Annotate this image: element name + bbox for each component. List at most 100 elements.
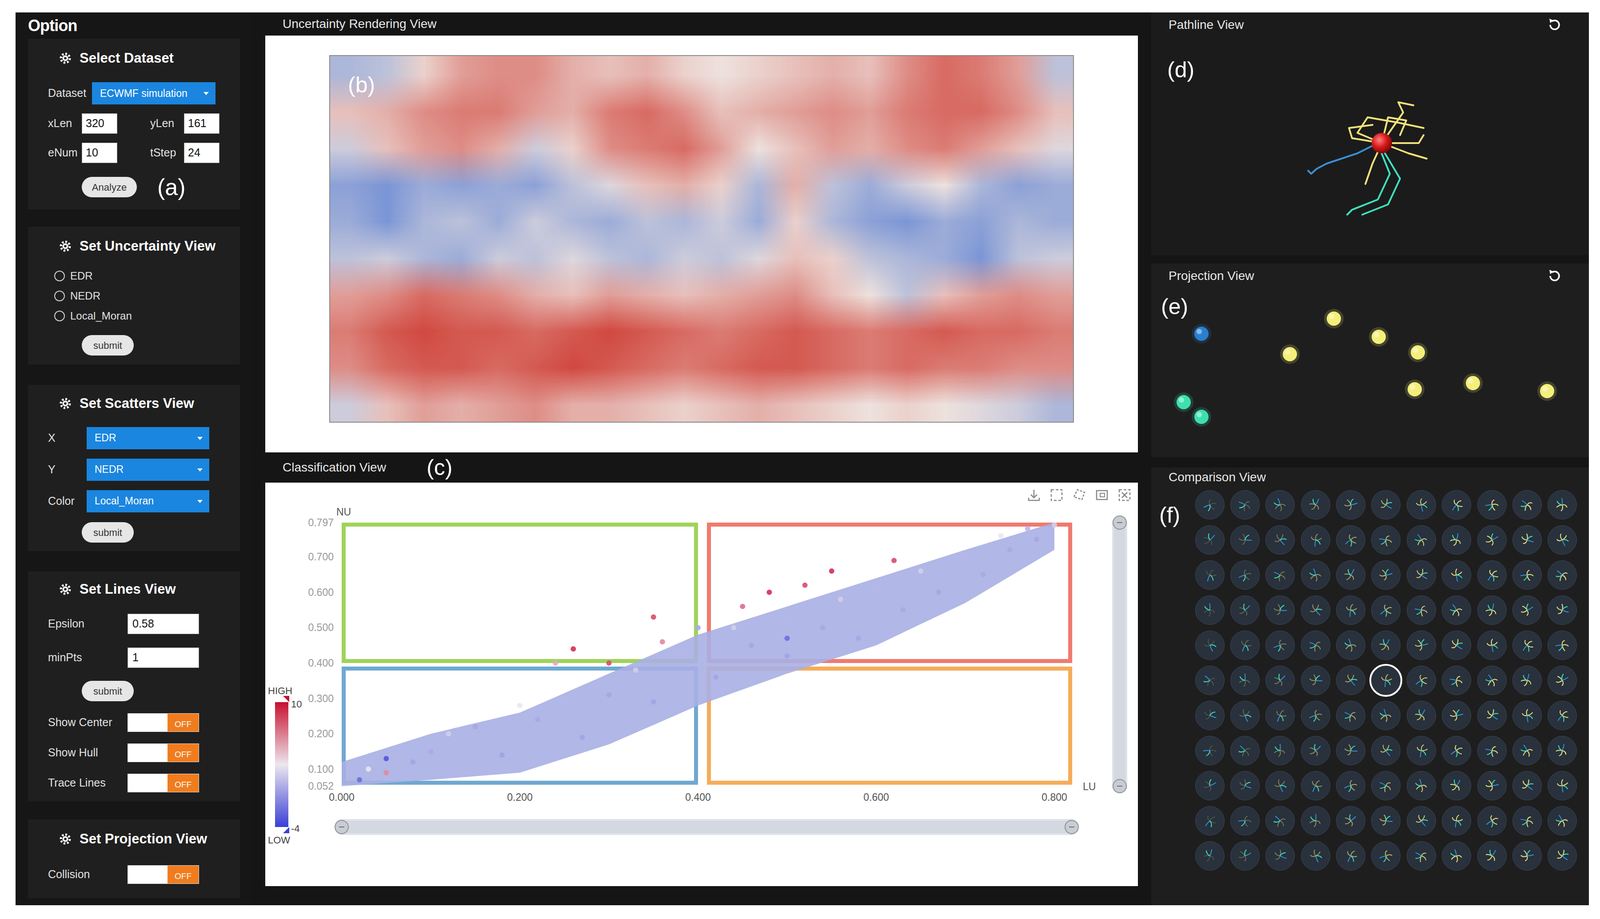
- data-point[interactable]: [499, 752, 505, 758]
- comparison-cell[interactable]: [1192, 732, 1228, 768]
- comparison-cell[interactable]: [1439, 486, 1475, 523]
- data-point[interactable]: [784, 653, 791, 659]
- thumbnail[interactable]: [1371, 700, 1401, 731]
- comparison-cell[interactable]: [1474, 662, 1510, 698]
- thumbnail[interactable]: [1300, 490, 1331, 520]
- comparison-cell[interactable]: [1509, 627, 1545, 663]
- seed-sphere[interactable]: [1371, 132, 1393, 154]
- thumbnail[interactable]: [1336, 805, 1366, 836]
- thumbnail[interactable]: [1406, 841, 1437, 871]
- comparison-cell[interactable]: [1544, 732, 1581, 768]
- thumbnail[interactable]: [1265, 841, 1295, 871]
- comparison-cell[interactable]: [1368, 522, 1404, 558]
- data-point[interactable]: [570, 646, 576, 652]
- data-point[interactable]: [534, 716, 541, 723]
- pathline[interactable]: [1308, 143, 1378, 174]
- comparison-cell[interactable]: [1403, 557, 1439, 593]
- comparison-cell[interactable]: [1439, 732, 1475, 768]
- thumbnail[interactable]: [1512, 490, 1542, 520]
- comparison-cell[interactable]: [1403, 837, 1439, 874]
- data-point[interactable]: [365, 766, 372, 772]
- download-icon[interactable]: [1028, 489, 1040, 501]
- comparison-cell[interactable]: [1544, 486, 1581, 523]
- comparison-cell[interactable]: [1403, 767, 1439, 803]
- data-point[interactable]: [900, 607, 906, 613]
- comparison-cell[interactable]: [1368, 557, 1404, 593]
- thumbnail[interactable]: [1441, 595, 1472, 625]
- comparison-cell[interactable]: [1262, 837, 1298, 874]
- thumbnail[interactable]: [1195, 630, 1225, 660]
- thumbnail[interactable]: [1300, 805, 1331, 836]
- comparison-cell[interactable]: [1332, 627, 1369, 663]
- comparison-cell[interactable]: [1474, 592, 1510, 628]
- submit-button[interactable]: submit: [81, 335, 134, 356]
- thumbnail[interactable]: [1441, 770, 1472, 801]
- thumbnail[interactable]: [1547, 595, 1577, 625]
- thumbnail[interactable]: [1300, 841, 1331, 871]
- thumbnail[interactable]: [1230, 735, 1260, 766]
- thumbnail[interactable]: [1265, 665, 1295, 695]
- toggle-switch[interactable]: OFF: [127, 773, 200, 793]
- comparison-cell[interactable]: [1297, 697, 1333, 733]
- comparison-cell[interactable]: [1262, 697, 1298, 733]
- thumbnail[interactable]: [1371, 630, 1401, 660]
- comparison-cell[interactable]: [1262, 486, 1298, 523]
- thumbnail[interactable]: [1265, 595, 1295, 625]
- comparison-cell[interactable]: [1332, 522, 1369, 558]
- thumbnail[interactable]: [1336, 841, 1366, 871]
- thumbnail[interactable]: [1230, 700, 1260, 731]
- thumbnail[interactable]: [1477, 735, 1507, 766]
- comparison-cell[interactable]: [1297, 486, 1333, 523]
- radio-button[interactable]: [54, 290, 65, 302]
- select[interactable]: NEDR: [86, 458, 210, 481]
- comparison-cell[interactable]: [1332, 592, 1369, 628]
- thumbnail[interactable]: [1230, 560, 1260, 590]
- thumbnail[interactable]: [1195, 595, 1225, 625]
- thumbnail[interactable]: [1300, 560, 1331, 590]
- comparison-cell[interactable]: [1368, 627, 1404, 663]
- thumbnail[interactable]: [1406, 735, 1437, 766]
- comparison-cell[interactable]: [1509, 732, 1545, 768]
- field-input[interactable]: 0.58: [127, 613, 200, 635]
- comparison-cell[interactable]: [1474, 767, 1510, 803]
- range-handle[interactable]: [1113, 515, 1127, 530]
- thumbnail[interactable]: [1336, 770, 1366, 801]
- data-point[interactable]: [935, 589, 942, 595]
- pathline[interactable]: [1362, 151, 1401, 215]
- data-point[interactable]: [713, 674, 719, 680]
- comparison-cell[interactable]: [1297, 557, 1333, 593]
- projection-point[interactable]: [1282, 347, 1297, 362]
- data-point[interactable]: [561, 695, 567, 702]
- thumbnail[interactable]: [1547, 841, 1577, 871]
- thumbnail[interactable]: [1512, 595, 1542, 625]
- data-point[interactable]: [739, 603, 746, 610]
- thumbnail[interactable]: [1336, 525, 1366, 555]
- thumbnail[interactable]: [1477, 665, 1507, 695]
- comparison-cell[interactable]: [1474, 522, 1510, 558]
- thumbnail[interactable]: [1336, 560, 1366, 590]
- field-input[interactable]: 10: [81, 142, 118, 164]
- comparison-cell[interactable]: [1403, 486, 1439, 523]
- thumbnail[interactable]: [1265, 630, 1295, 660]
- comparison-cell[interactable]: [1509, 802, 1545, 838]
- heatmap-canvas[interactable]: [330, 55, 1074, 422]
- thumbnail[interactable]: [1547, 665, 1577, 695]
- thumbnail[interactable]: [1336, 735, 1366, 766]
- comparison-cell[interactable]: [1509, 837, 1545, 874]
- comparison-cell[interactable]: [1544, 837, 1581, 874]
- thumbnail[interactable]: [1195, 770, 1225, 801]
- data-point[interactable]: [998, 532, 1004, 539]
- comparison-cell[interactable]: [1544, 662, 1581, 698]
- data-point[interactable]: [695, 624, 701, 631]
- comparison-cell[interactable]: [1544, 802, 1581, 838]
- thumbnail[interactable]: [1406, 665, 1437, 695]
- comparison-cell[interactable]: [1439, 662, 1475, 698]
- comparison-cell[interactable]: [1332, 837, 1369, 874]
- heatmap[interactable]: (b): [329, 55, 1074, 423]
- dataset-select[interactable]: ECWMF simulation: [91, 82, 216, 105]
- comparison-cell[interactable]: [1192, 662, 1228, 698]
- thumbnail[interactable]: [1512, 770, 1542, 801]
- thumbnail[interactable]: [1441, 805, 1472, 836]
- data-point[interactable]: [855, 635, 862, 641]
- data-point[interactable]: [748, 642, 755, 648]
